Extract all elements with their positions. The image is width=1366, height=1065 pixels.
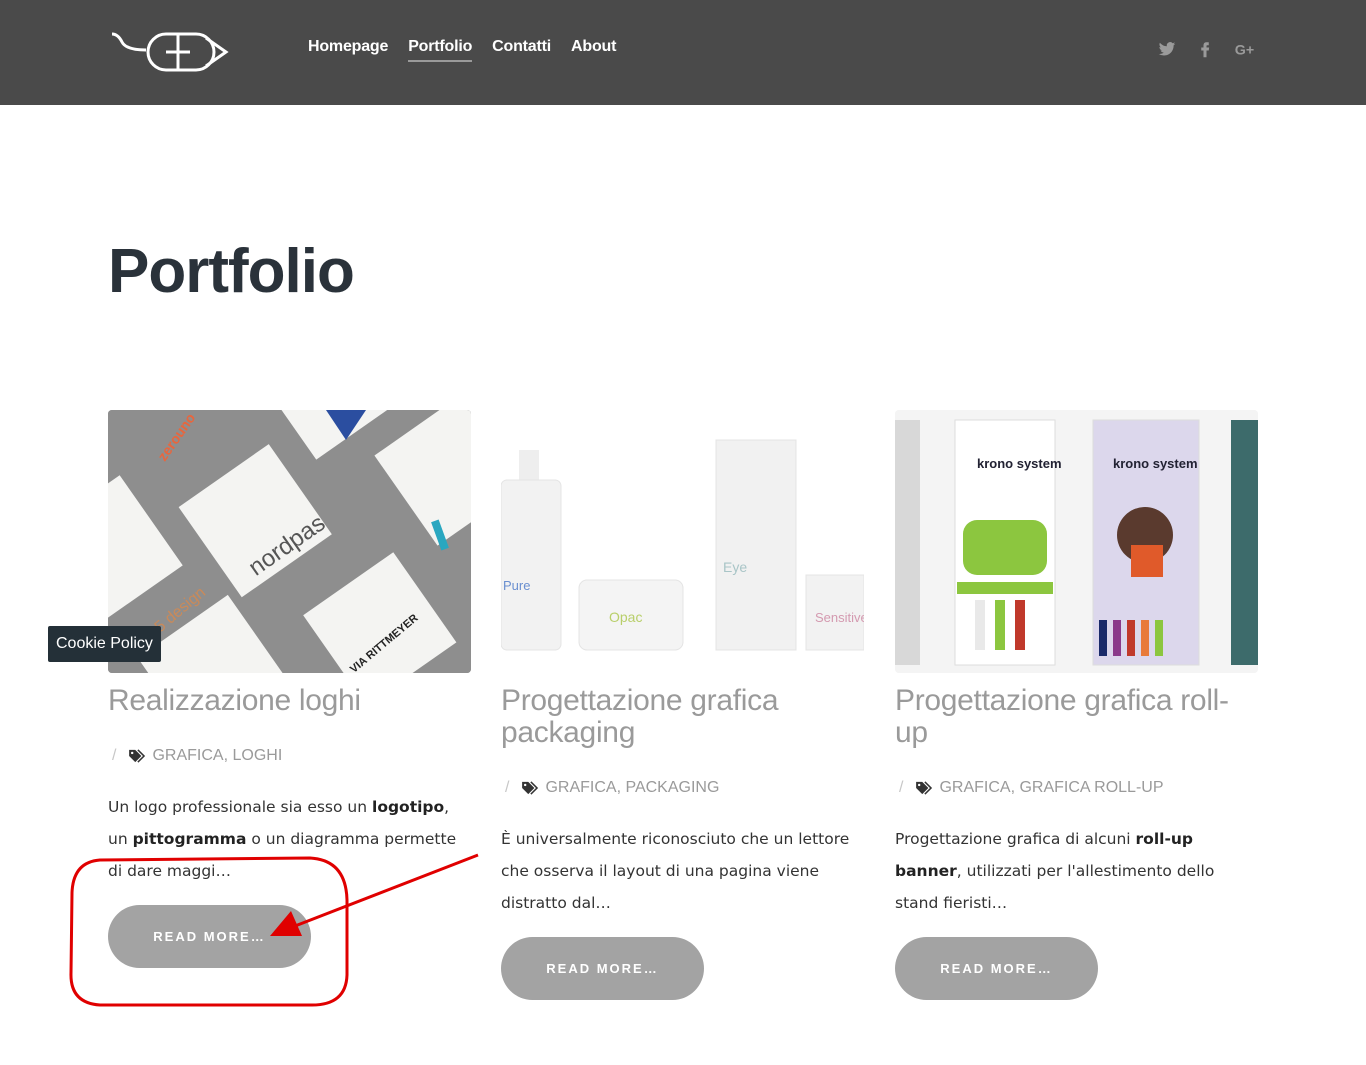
tag-link-grafica[interactable]: GRAFICA [939,779,1010,796]
google-plus-icon[interactable]: G+ [1234,40,1258,58]
portfolio-card-rollup: krono system krono system Progettazione … [895,410,1258,1000]
tag-link-loghi[interactable]: LOGHI [232,747,282,764]
facebook-icon[interactable] [1196,40,1214,58]
image-text-pure: Pure [503,578,530,593]
tag-link-packaging[interactable]: PACKAGING [625,779,719,796]
read-more-button[interactable]: READ MORE… [108,905,311,968]
card-image-logos[interactable]: nordpas zerouno USE 5 design VIA RITTMEY… [108,410,471,673]
tag-link-grafica[interactable]: GRAFICA [545,779,616,796]
main-nav: Homepage Portfolio Contatti About [308,38,616,62]
card-excerpt: Progettazione grafica di alcuni roll-up … [895,830,1215,912]
page-title: Portfolio [108,237,355,306]
card-meta: / GRAFICA, PACKAGING [505,779,720,796]
tags-icon [522,781,539,795]
portfolio-card-packaging: Pure Opac Eye Sensitive Progettazione gr… [501,410,864,1000]
social-links: G+ [1158,40,1258,58]
nav-about[interactable]: About [571,38,616,62]
meta-separator: / [899,779,904,796]
image-text-krono-1: krono system [977,456,1062,471]
card-image-rollup[interactable]: krono system krono system [895,410,1258,673]
tags-icon [129,749,146,763]
site-header: Homepage Portfolio Contatti About G+ [0,0,1366,105]
nav-homepage[interactable]: Homepage [308,38,388,62]
cookie-policy-tab[interactable]: Cookie Policy [48,626,161,662]
tag-link-grafica[interactable]: GRAFICA [152,747,223,764]
portfolio-card-loghi: nordpas zerouno USE 5 design VIA RITTMEY… [108,410,471,968]
read-more-button[interactable]: READ MORE… [501,937,704,1000]
card-title[interactable]: Progettazione grafica packaging [501,685,864,749]
image-text-eye: Eye [723,559,747,575]
card-excerpt: Un logo professionale sia esso un logoti… [108,798,457,880]
image-text-opac: Opac [609,609,642,625]
image-text-sensitive: Sensitive [815,610,864,625]
tags-icon [916,781,933,795]
image-text-krono-2: krono system [1113,456,1198,471]
card-title[interactable]: Progettazione grafica roll-up [895,685,1258,749]
card-meta: / GRAFICA, LOGHI [112,747,283,764]
meta-separator: / [505,779,510,796]
card-excerpt: È universalmente riconosciuto che un let… [501,830,850,912]
svg-text:G+: G+ [1235,42,1254,58]
nav-contatti[interactable]: Contatti [492,38,551,62]
twitter-icon[interactable] [1158,40,1176,58]
meta-separator: / [112,747,117,764]
nav-portfolio[interactable]: Portfolio [408,38,472,62]
logo-mouse-pencil-icon[interactable] [110,26,230,78]
card-meta: / GRAFICA, GRAFICA ROLL-UP [899,779,1164,796]
card-image-packaging[interactable]: Pure Opac Eye Sensitive [501,410,864,673]
read-more-button[interactable]: READ MORE… [895,937,1098,1000]
card-title[interactable]: Realizzazione loghi [108,685,471,717]
tag-link-grafica-rollup[interactable]: GRAFICA ROLL-UP [1019,779,1163,796]
